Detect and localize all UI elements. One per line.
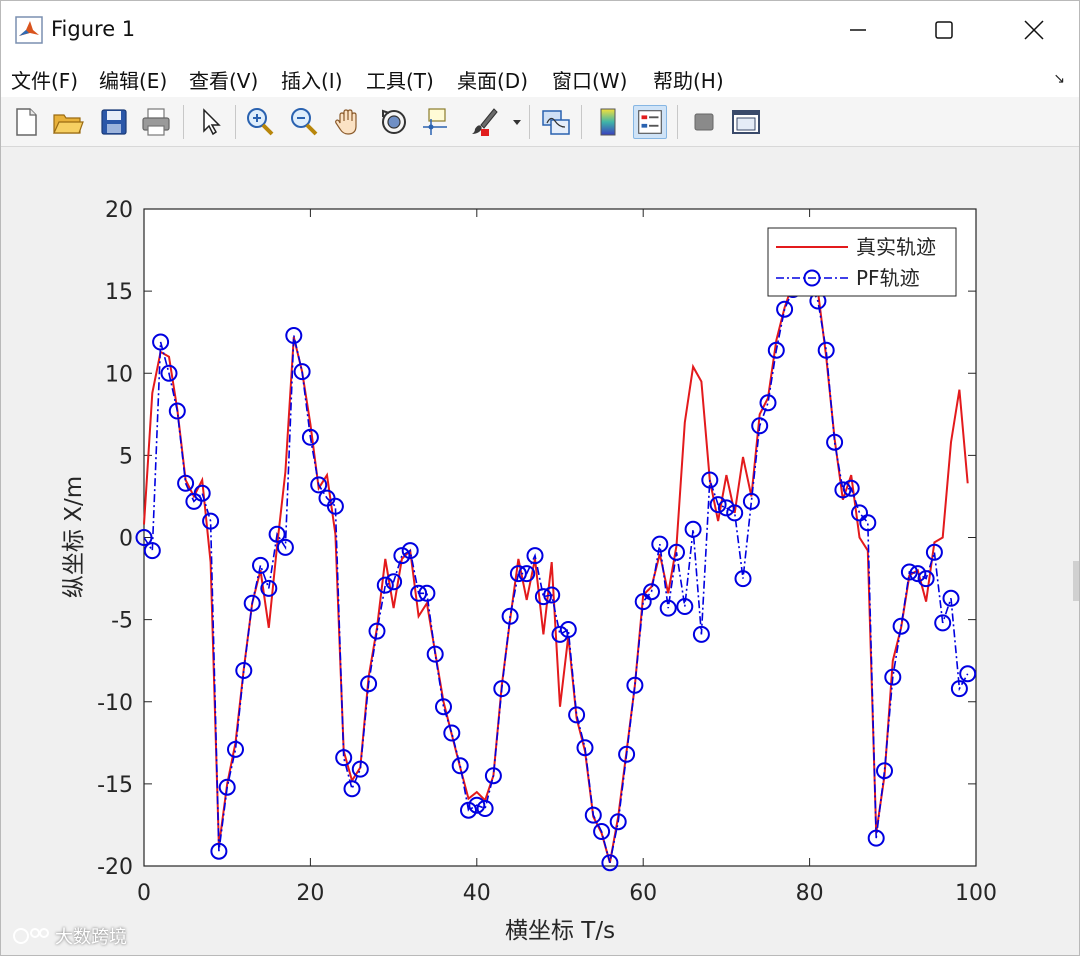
- y-tick-label: 5: [119, 444, 133, 469]
- window-resize-edge[interactable]: [1073, 561, 1079, 601]
- x-tick-label: 0: [137, 881, 151, 906]
- x-tick-label: 80: [796, 881, 824, 906]
- y-tick-label: -20: [97, 855, 133, 880]
- chart[interactable]: 0 20 40 60 80 100 -20 -15 -10 -5 0 5 10 15 20 真实轨迹 PF轨迹…: [1, 1, 1079, 955]
- y-tick-label: 0: [119, 527, 133, 552]
- x-tick-label: 40: [463, 881, 491, 906]
- y-tick-label: -10: [97, 691, 133, 716]
- y-tick-label: 20: [105, 198, 133, 223]
- y-tick-label: -5: [111, 609, 133, 634]
- x-axis-label: 横坐标 T/s: [505, 918, 615, 944]
- plot-area: [144, 209, 976, 866]
- y-tick-label: 10: [105, 362, 133, 387]
- figure-window: Figure 1 文件(F) 编辑(E) 查看(V) 插入(I) 工具(T) 桌…: [0, 0, 1080, 956]
- y-axis-label: 纵坐标 X/m: [61, 476, 87, 598]
- watermark-logo-icon: [13, 928, 49, 944]
- legend-label-1: PF轨迹: [856, 266, 920, 290]
- legend[interactable]: 真实轨迹 PF轨迹: [767, 227, 957, 297]
- watermark-text: 大数跨境: [55, 927, 127, 948]
- x-tick-label: 20: [296, 881, 324, 906]
- x-tick-label: 100: [955, 881, 997, 906]
- watermark: 大数跨境: [11, 923, 127, 949]
- legend-label-0: 真实轨迹: [856, 235, 936, 259]
- x-tick-label: 60: [629, 881, 657, 906]
- axes: [143, 208, 977, 867]
- y-tick-label: 15: [105, 280, 133, 305]
- y-tick-label: -15: [97, 773, 133, 798]
